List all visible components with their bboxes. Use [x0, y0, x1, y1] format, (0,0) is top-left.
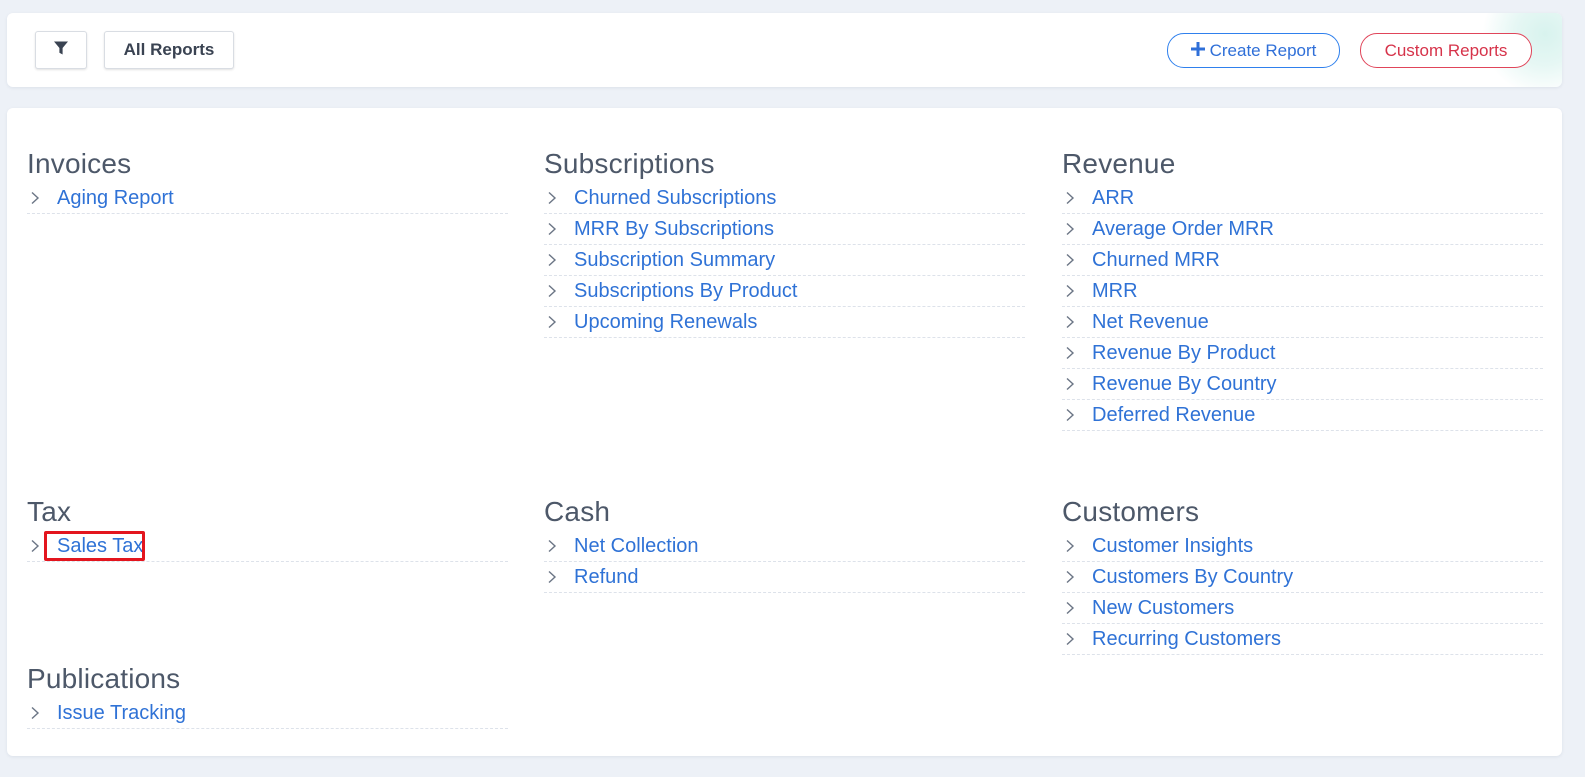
chevron-right-icon — [1062, 253, 1092, 267]
chevron-right-icon — [1062, 315, 1092, 329]
chevron-right-icon — [544, 539, 574, 553]
report-item-net-revenue: Net Revenue — [1062, 307, 1543, 338]
report-item-issue-tracking: Issue Tracking — [27, 698, 508, 729]
report-item-churned-mrr: Churned MRR — [1062, 245, 1543, 276]
report-link-arr[interactable]: ARR — [1092, 187, 1134, 210]
report-item-upcoming-renewals: Upcoming Renewals — [544, 307, 1025, 338]
report-link-churned-subscriptions[interactable]: Churned Subscriptions — [574, 187, 776, 210]
report-item-subscriptions-by-product: Subscriptions By Product — [544, 276, 1025, 307]
report-item-revenue-by-product: Revenue By Product — [1062, 338, 1543, 369]
report-item-arr: ARR — [1062, 183, 1543, 214]
reports-panel: Invoices Aging Report Subscriptions Chur… — [7, 108, 1562, 756]
report-link-customer-insights[interactable]: Customer Insights — [1092, 535, 1253, 558]
section-revenue: Revenue ARR Average Order MRR Churned MR… — [1062, 145, 1543, 431]
report-link-deferred-revenue[interactable]: Deferred Revenue — [1092, 404, 1255, 427]
chevron-right-icon — [544, 191, 574, 205]
report-link-new-customers[interactable]: New Customers — [1092, 597, 1234, 620]
chevron-right-icon — [544, 253, 574, 267]
report-link-upcoming-renewals[interactable]: Upcoming Renewals — [574, 311, 757, 334]
plus-icon — [1190, 41, 1205, 61]
section-tax: Tax Sales Tax — [27, 493, 508, 562]
chevron-right-icon — [27, 191, 57, 205]
report-link-mrr[interactable]: MRR — [1092, 280, 1138, 303]
top-toolbar: All Reports Create Report Custom Reports — [7, 13, 1562, 87]
report-link-churned-mrr[interactable]: Churned MRR — [1092, 249, 1220, 272]
section-subscriptions: Subscriptions Churned Subscriptions MRR … — [544, 145, 1025, 338]
report-item-mrr: MRR — [1062, 276, 1543, 307]
section-title: Revenue — [1062, 148, 1176, 179]
chevron-right-icon — [27, 706, 57, 720]
report-link-subscription-summary[interactable]: Subscription Summary — [574, 249, 775, 272]
section-invoices: Invoices Aging Report — [27, 145, 508, 214]
report-item-churned-subscriptions: Churned Subscriptions — [544, 183, 1025, 214]
report-item-refund: Refund — [544, 562, 1025, 593]
report-link-issue-tracking[interactable]: Issue Tracking — [57, 702, 186, 725]
report-item-subscription-summary: Subscription Summary — [544, 245, 1025, 276]
section-title: Tax — [27, 496, 72, 527]
report-item-mrr-by-subscriptions: MRR By Subscriptions — [544, 214, 1025, 245]
section-title: Publications — [27, 663, 181, 694]
section-publications: Publications Issue Tracking — [27, 660, 508, 729]
report-link-sales-tax[interactable]: Sales Tax — [57, 535, 143, 558]
report-link-subscriptions-by-product[interactable]: Subscriptions By Product — [574, 280, 797, 303]
report-link-revenue-by-product[interactable]: Revenue By Product — [1092, 342, 1275, 365]
section-title: Customers — [1062, 496, 1200, 527]
report-link-refund[interactable]: Refund — [574, 566, 639, 589]
create-report-label: Create Report — [1209, 40, 1317, 60]
report-link-average-order-mrr[interactable]: Average Order MRR — [1092, 218, 1274, 241]
report-item-customer-insights: Customer Insights — [1062, 531, 1543, 562]
report-item-net-collection: Net Collection — [544, 531, 1025, 562]
chevron-right-icon — [1062, 284, 1092, 298]
all-reports-button[interactable]: All Reports — [104, 31, 234, 69]
report-item-revenue-by-country: Revenue By Country — [1062, 369, 1543, 400]
chevron-right-icon — [544, 222, 574, 236]
report-link-net-collection[interactable]: Net Collection — [574, 535, 699, 558]
chevron-right-icon — [27, 539, 57, 553]
section-cash: Cash Net Collection Refund — [544, 493, 1025, 593]
report-item-aging-report: Aging Report — [27, 183, 508, 214]
report-item-average-order-mrr: Average Order MRR — [1062, 214, 1543, 245]
section-title: Invoices — [27, 148, 132, 179]
report-item-deferred-revenue: Deferred Revenue — [1062, 400, 1543, 431]
report-item-sales-tax: Sales Tax — [27, 531, 508, 562]
chevron-right-icon — [1062, 570, 1092, 584]
report-item-customers-by-country: Customers By Country — [1062, 562, 1543, 593]
report-link-recurring-customers[interactable]: Recurring Customers — [1092, 628, 1281, 651]
chevron-right-icon — [544, 315, 574, 329]
report-link-aging-report[interactable]: Aging Report — [57, 187, 174, 210]
chevron-right-icon — [1062, 346, 1092, 360]
all-reports-label: All Reports — [123, 40, 215, 59]
section-customers: Customers Customer Insights Customers By… — [1062, 493, 1543, 655]
report-link-revenue-by-country[interactable]: Revenue By Country — [1092, 373, 1277, 396]
chevron-right-icon — [1062, 377, 1092, 391]
report-link-net-revenue[interactable]: Net Revenue — [1092, 311, 1209, 334]
report-link-mrr-by-subscriptions[interactable]: MRR By Subscriptions — [574, 218, 774, 241]
filter-button[interactable] — [35, 31, 87, 69]
section-title: Subscriptions — [544, 148, 715, 179]
chevron-right-icon — [544, 284, 574, 298]
custom-reports-button[interactable]: Custom Reports — [1360, 33, 1532, 68]
chevron-right-icon — [1062, 408, 1092, 422]
report-item-recurring-customers: Recurring Customers — [1062, 624, 1543, 655]
chevron-right-icon — [1062, 601, 1092, 615]
filter-icon — [53, 40, 69, 61]
create-report-button[interactable]: Create Report — [1167, 33, 1340, 68]
chevron-right-icon — [544, 570, 574, 584]
chevron-right-icon — [1062, 632, 1092, 646]
chevron-right-icon — [1062, 222, 1092, 236]
chevron-right-icon — [1062, 539, 1092, 553]
section-title: Cash — [544, 496, 611, 527]
chevron-right-icon — [1062, 191, 1092, 205]
report-link-customers-by-country[interactable]: Customers By Country — [1092, 566, 1293, 589]
custom-reports-label: Custom Reports — [1384, 40, 1508, 60]
report-item-new-customers: New Customers — [1062, 593, 1543, 624]
